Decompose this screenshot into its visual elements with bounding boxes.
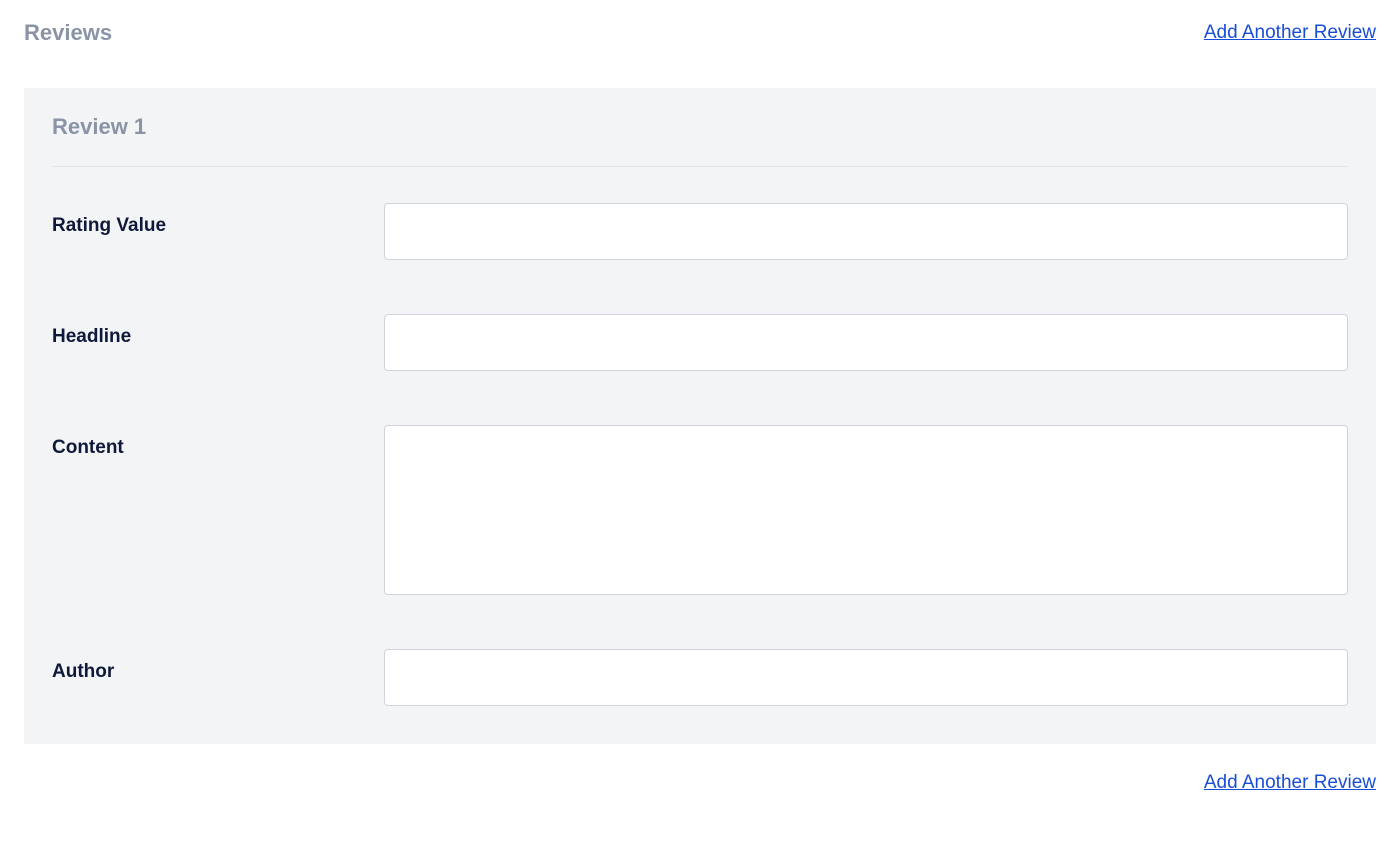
section-footer: Add Another Review xyxy=(24,772,1376,794)
content-row: Content xyxy=(52,425,1348,595)
add-review-link-bottom[interactable]: Add Another Review xyxy=(1204,772,1376,794)
headline-row: Headline xyxy=(52,314,1348,371)
author-label: Author xyxy=(52,649,384,683)
content-textarea[interactable] xyxy=(384,425,1348,595)
author-row: Author xyxy=(52,649,1348,706)
section-title: Reviews xyxy=(24,20,112,46)
headline-label: Headline xyxy=(52,314,384,348)
rating-value-row: Rating Value xyxy=(52,203,1348,260)
content-label: Content xyxy=(52,425,384,459)
review-title: Review 1 xyxy=(52,114,1348,167)
add-review-link-top[interactable]: Add Another Review xyxy=(1204,22,1376,44)
rating-value-input[interactable] xyxy=(384,203,1348,260)
review-card: Review 1 Rating Value Headline Content A… xyxy=(24,88,1376,744)
reviews-section: Reviews Add Another Review Review 1 Rati… xyxy=(0,0,1400,814)
rating-value-label: Rating Value xyxy=(52,203,384,237)
author-input[interactable] xyxy=(384,649,1348,706)
headline-input[interactable] xyxy=(384,314,1348,371)
section-header: Reviews Add Another Review xyxy=(24,20,1376,46)
